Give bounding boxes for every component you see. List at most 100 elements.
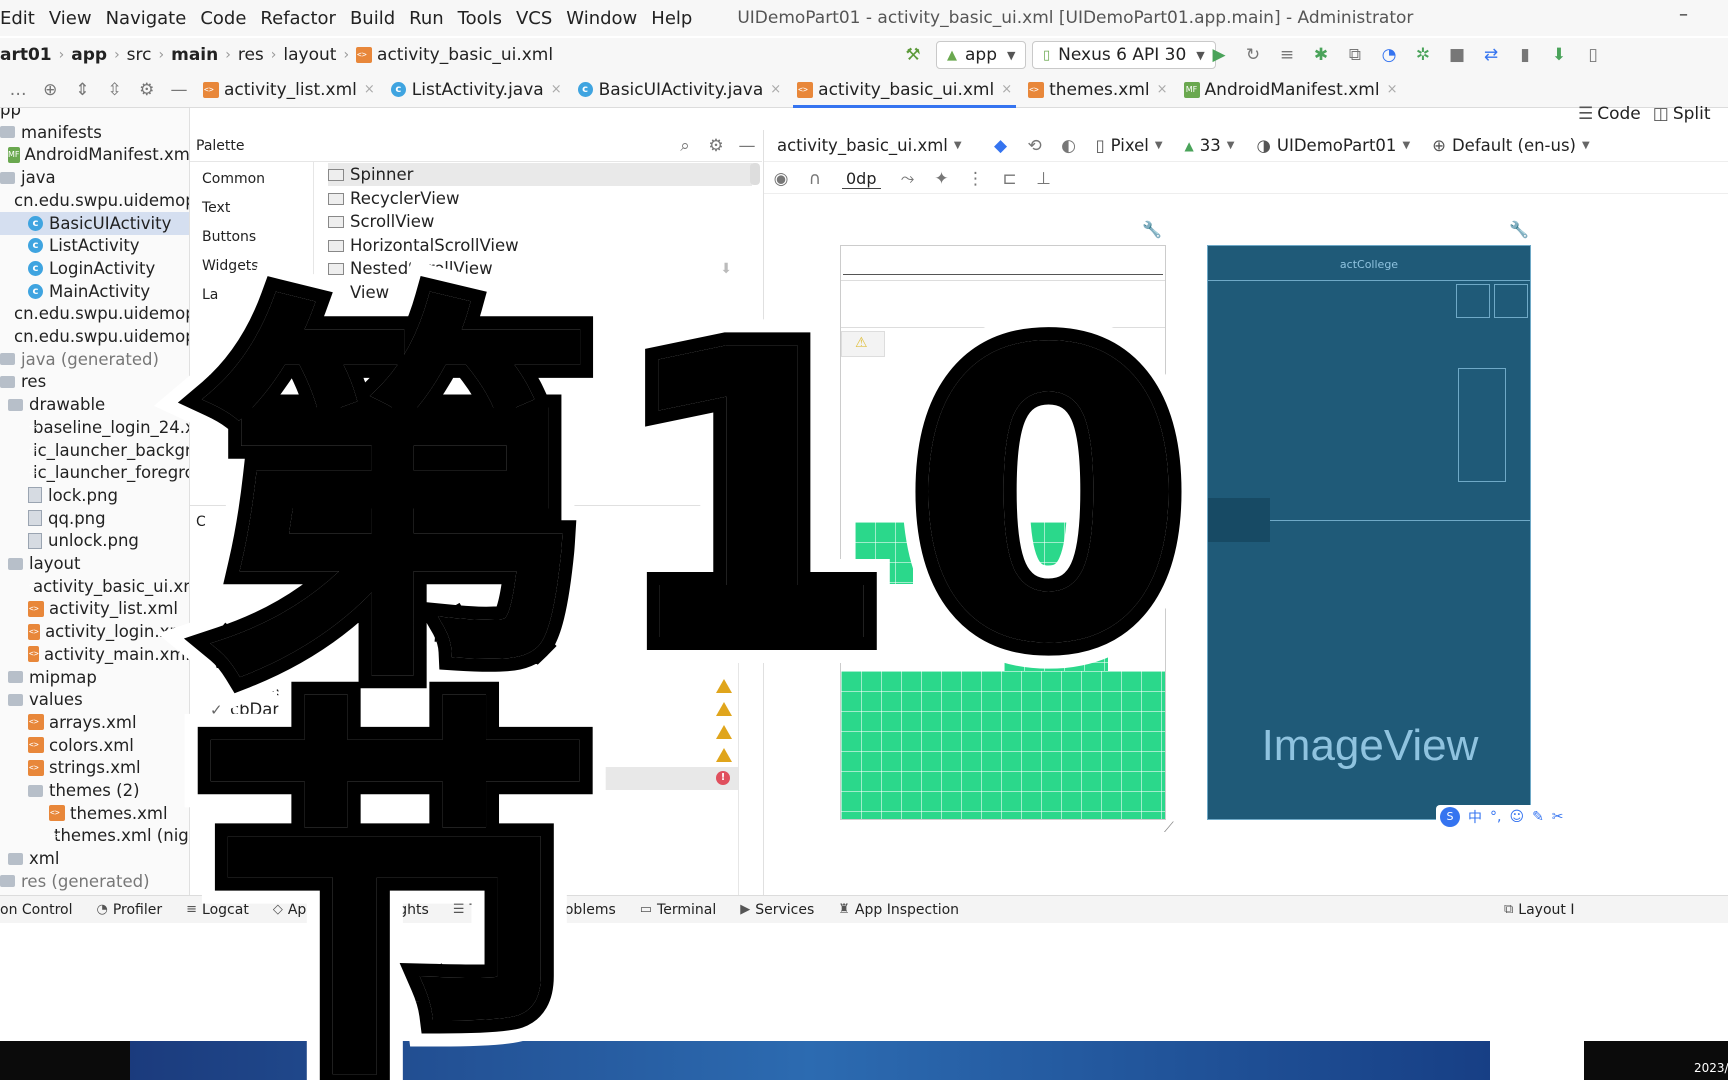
palette-item-horizontalscrollview[interactable]: HorizontalScrollView <box>328 234 752 257</box>
tool-profiler[interactable]: ◔ Profiler <box>97 902 163 918</box>
collapse-all-icon[interactable]: ⇳ <box>99 80 131 100</box>
hide-panel-icon[interactable]: — <box>163 80 195 100</box>
clear-constraints-icon[interactable]: ⤳ <box>891 169 925 189</box>
theme-select[interactable]: ◑ UIDemoPart01 ▼ <box>1256 136 1410 155</box>
tree-item[interactable]: qq.png <box>0 507 189 530</box>
warning-icon[interactable] <box>716 748 732 762</box>
gear-icon[interactable]: ⚙ <box>699 136 733 156</box>
tree-item[interactable]: manifests <box>0 121 189 144</box>
menu-view[interactable]: View <box>42 8 99 29</box>
ime-logo-icon[interactable]: S <box>1440 807 1460 827</box>
pencil-icon[interactable]: ✎ <box>1532 809 1544 825</box>
minimize-button[interactable]: – <box>1679 4 1688 25</box>
distribute-icon[interactable]: ⊥ <box>1027 169 1061 189</box>
wrench-icon[interactable]: 🔧 <box>1142 220 1162 239</box>
tree-item[interactable]: c MainActivity <box>0 280 189 303</box>
infer-constraints-icon[interactable]: ✦ <box>925 169 959 189</box>
more-icon[interactable]: … <box>2 80 34 100</box>
tree-item[interactable]: java <box>0 166 189 189</box>
palette-scrollbar[interactable] <box>750 163 760 185</box>
menu-edit[interactable]: Edit <box>0 8 42 29</box>
close-icon[interactable]: × <box>1157 82 1168 97</box>
tab-activity-list-xml[interactable]: activity_list.xml × <box>195 72 383 108</box>
sync-icon[interactable]: ⇄ <box>1474 45 1508 65</box>
more-icon[interactable]: ▯ <box>1576 45 1610 65</box>
stop-icon[interactable]: ■ <box>1440 45 1474 65</box>
tree-item[interactable]: cn.edu.swpu.uidemopa <box>0 189 189 212</box>
breadcrumb-file[interactable]: activity_basic_ui.xml <box>377 45 553 65</box>
sdk-manager-icon[interactable]: ⬇ <box>1542 45 1576 65</box>
tool-services[interactable]: ▶ Services <box>740 902 814 918</box>
guidelines-icon[interactable]: ⋮ <box>959 169 993 189</box>
tree-item[interactable]: ic_launcher_foregrou <box>0 461 189 484</box>
tool-terminal[interactable]: ▭ Terminal <box>640 902 716 918</box>
tree-item[interactable]: xml <box>0 847 189 870</box>
ime-lang-toggle[interactable]: 中 <box>1468 807 1482 827</box>
code-view-button[interactable]: Code <box>1597 104 1641 124</box>
tree-item[interactable]: c ListActivity <box>0 234 189 257</box>
debug-icon[interactable]: ✱ <box>1304 45 1338 65</box>
breadcrumb-main[interactable]: main <box>171 45 218 65</box>
file-select[interactable]: activity_basic_ui.xml ▼ <box>777 136 962 155</box>
palette-item-scrollview[interactable]: ScrollView <box>328 210 752 233</box>
tree-item[interactable]: activity_list.xml <box>0 597 189 620</box>
palette-item-recyclerview[interactable]: RecyclerView <box>328 187 752 210</box>
tree-item[interactable]: baseline_login_24.xm <box>0 416 189 439</box>
night-mode-icon[interactable]: ◐ <box>1052 136 1086 156</box>
palette-category-text[interactable]: Text <box>202 200 230 216</box>
expand-all-icon[interactable]: ⇕ <box>66 80 98 100</box>
attach-debugger-icon[interactable]: ⧉ <box>1338 45 1372 65</box>
hammer-icon[interactable]: ⚒ <box>896 45 930 65</box>
menu-build[interactable]: Build <box>343 8 402 29</box>
tree-item[interactable]: colors.xml <box>0 734 189 757</box>
breadcrumb-res[interactable]: res <box>238 45 264 65</box>
tool-version-control[interactable]: on Control <box>0 902 73 918</box>
tree-item[interactable]: arrays.xml <box>0 711 189 734</box>
menu-tools[interactable]: Tools <box>451 8 509 29</box>
tree-item[interactable]: themes.xml (nigh <box>0 824 189 847</box>
magnet-icon[interactable]: ∩ <box>798 169 832 189</box>
align-icon[interactable]: ⊏ <box>993 169 1027 189</box>
device-select[interactable]: ▯ Nexus 6 API 30 ▼ <box>1032 41 1216 69</box>
resize-handle-icon[interactable]: ⟋ <box>1164 820 1174 836</box>
close-icon[interactable]: × <box>1001 82 1012 97</box>
tree-item[interactable]: c LoginActivity <box>0 257 189 280</box>
emoji-icon[interactable]: ☺ <box>1509 809 1524 825</box>
run-icon[interactable]: ▶ <box>1202 45 1236 65</box>
gear-icon[interactable]: ⚙ <box>131 80 163 100</box>
menu-refactor[interactable]: Refactor <box>253 8 343 29</box>
tab-androidmanifest-xml[interactable]: MF AndroidManifest.xml × <box>1176 72 1406 108</box>
breadcrumb-layout[interactable]: layout <box>283 45 336 65</box>
run-config-select[interactable]: ▲ app ▼ <box>936 41 1027 69</box>
close-icon[interactable]: × <box>1387 82 1398 97</box>
tree-item[interactable]: mipmap <box>0 666 189 689</box>
layers-icon[interactable]: ◆ <box>984 136 1018 156</box>
punctuation-icon[interactable]: °, <box>1490 809 1501 825</box>
coverage-icon[interactable]: ✲ <box>1406 45 1440 65</box>
tree-item[interactable]: ic_launcher_backgro <box>0 439 189 462</box>
minimize-icon[interactable]: — <box>730 136 764 156</box>
tree-item[interactable]: res <box>0 370 189 393</box>
menu-window[interactable]: Window <box>559 8 644 29</box>
tree-item[interactable]: cn.edu.swpu.uidemopa <box>0 325 189 348</box>
palette-category-buttons[interactable]: Buttons <box>202 229 256 245</box>
tree-item[interactable]: activity_main.xml <box>0 643 189 666</box>
tab-basicuiactivity-java[interactable]: c BasicUIActivity.java × <box>570 72 790 108</box>
apply-changes-icon[interactable]: ≡ <box>1270 45 1304 65</box>
close-icon[interactable]: × <box>364 82 375 97</box>
close-icon[interactable]: × <box>551 82 562 97</box>
rerun-icon[interactable]: ↻ <box>1236 45 1270 65</box>
split-view-button[interactable]: Split <box>1673 104 1711 124</box>
tree-item[interactable]: layout <box>0 552 189 575</box>
default-margin-field[interactable]: 0dp <box>842 169 881 189</box>
breadcrumb-module[interactable]: app <box>71 45 107 65</box>
tree-item[interactable]: activity_login.xml <box>0 620 189 643</box>
tree-item[interactable]: MF AndroidManifest.xml <box>0 143 189 166</box>
tree-item[interactable]: themes (2) <box>0 779 189 802</box>
menu-vcs[interactable]: VCS <box>509 8 559 29</box>
tab-activity-basic-ui-xml[interactable]: activity_basic_ui.xml × <box>789 72 1020 108</box>
menu-run[interactable]: Run <box>402 8 451 29</box>
device-preview-select[interactable]: ▯ Pixel ▼ <box>1096 136 1163 155</box>
profile-icon[interactable]: ◔ <box>1372 45 1406 65</box>
tree-item[interactable]: cn.edu.swpu.uidemopa <box>0 302 189 325</box>
